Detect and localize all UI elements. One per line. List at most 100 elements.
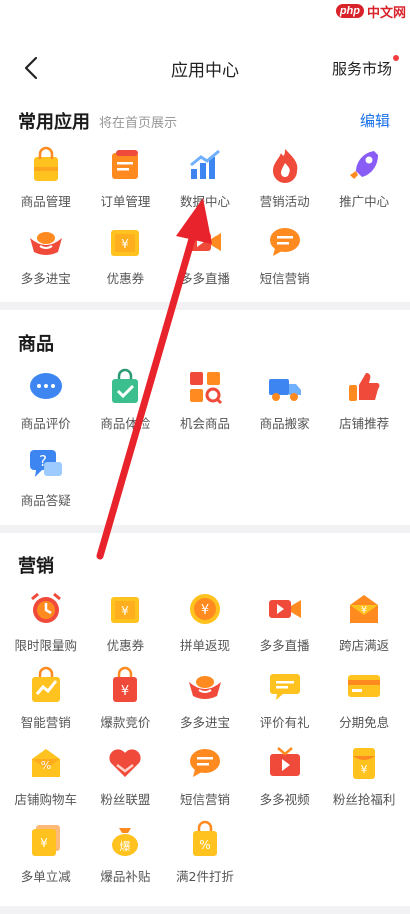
app-item[interactable]: 商品管理 (6, 142, 86, 219)
ingot-icon (185, 666, 225, 706)
tv-play-icon (265, 743, 305, 783)
svg-text:¥: ¥ (201, 603, 209, 618)
app-item-label: 拼单返现 (179, 638, 230, 653)
app-item-label: 商品体检 (100, 416, 151, 431)
app-item-label: 智能营销 (20, 715, 71, 730)
app-item[interactable]: 商品体检 (86, 364, 166, 441)
heart-hands-icon (105, 743, 145, 783)
app-item-label: 多多直播 (179, 271, 230, 286)
app-item-label: 短信营销 (179, 792, 230, 807)
marketing-section: 营销 限时限量购 ¥ 优惠券 ¥ 拼单返现 多多直播 ¥ 跨店满返 智能营销 ¥ 爆款竞价 多多进宝 评… (0, 540, 410, 894)
app-item-label: 推广中心 (339, 194, 390, 209)
section-subtitle: 将在首页展示 (99, 116, 178, 131)
app-item[interactable]: 分期免息 (324, 663, 404, 740)
app-item[interactable]: 短信营销 (245, 219, 325, 296)
order-scroll-icon (105, 145, 145, 185)
app-item-label: 粉丝联盟 (100, 792, 151, 807)
app-item[interactable]: ¥ 爆款竞价 (86, 663, 166, 740)
bar-chart-icon (185, 145, 225, 185)
svg-text:¥: ¥ (361, 605, 367, 616)
app-item[interactable]: 多多进宝 (6, 219, 86, 296)
service-market-button[interactable]: 服务市场 (331, 55, 399, 79)
svg-text:¥: ¥ (122, 237, 130, 251)
service-market-label: 服务市场 (331, 60, 392, 78)
rocket-icon (344, 145, 384, 185)
section-divider (0, 302, 410, 310)
app-item[interactable]: 商品搬家 (245, 364, 325, 441)
coupon-icon: ¥ (105, 222, 145, 262)
svg-text:爆: 爆 (120, 839, 131, 853)
app-item-label: 爆款竞价 (100, 715, 151, 730)
svg-text:¥: ¥ (361, 763, 368, 776)
money-bag-icon: 爆 (105, 820, 145, 860)
section-title: 常用应用 (18, 112, 90, 133)
app-item[interactable]: ¥ 拼单返现 (165, 586, 245, 663)
ingot-icon (26, 222, 66, 262)
discount-bag-icon: % (185, 820, 225, 860)
app-item[interactable]: ¥ 多单立减 (6, 817, 86, 894)
svg-text:¥: ¥ (121, 684, 129, 699)
app-item[interactable]: ¥ 粉丝抢福利 (324, 740, 404, 817)
shopping-bag-icon (26, 145, 66, 185)
svg-text:?: ? (39, 452, 47, 470)
notification-dot (393, 55, 399, 61)
watermark: php 中文网 (335, 0, 406, 22)
app-item-label: 优惠券 (106, 638, 145, 653)
app-item[interactable]: 多多直播 (165, 219, 245, 296)
app-item-label: 商品答疑 (20, 493, 71, 508)
app-item-label: 营销活动 (259, 194, 310, 209)
app-item[interactable]: 订单管理 (86, 142, 166, 219)
app-item[interactable]: 短信营销 (165, 740, 245, 817)
app-item[interactable]: ? 商品答疑 (6, 441, 86, 518)
app-item[interactable]: 爆爆品补贴 (86, 817, 166, 894)
app-item-label: 限时限量购 (14, 638, 78, 653)
app-item[interactable]: 粉丝联盟 (86, 740, 166, 817)
app-item-label: 多多视频 (259, 792, 310, 807)
video-camera-icon (185, 222, 225, 262)
comment-bubble-icon (26, 367, 66, 407)
app-item-label: 粉丝抢福利 (332, 792, 396, 807)
flame-icon (265, 145, 305, 185)
app-item[interactable]: 数据中心 (165, 142, 245, 219)
edit-button[interactable]: 编辑 (360, 110, 390, 131)
red-envelope-icon: ¥ (344, 743, 384, 783)
app-item[interactable]: 限时限量购 (6, 586, 86, 663)
app-item[interactable]: ¥ 跨店满返 (324, 586, 404, 663)
app-item[interactable]: 多多进宝 (165, 663, 245, 740)
app-item[interactable]: 多多直播 (245, 586, 325, 663)
app-item-label: 多单立减 (20, 869, 71, 884)
svg-text:¥: ¥ (122, 604, 130, 618)
section-divider (0, 525, 410, 533)
thumbs-up-icon (344, 367, 384, 407)
app-item[interactable]: 店铺推荐 (324, 364, 404, 441)
app-grid: 商品评价 商品体检 机会商品 商品搬家 店铺推荐? 商品答疑 (0, 364, 410, 518)
app-item[interactable]: ¥ 优惠券 (86, 586, 166, 663)
app-item[interactable]: 商品评价 (6, 364, 86, 441)
bid-bag-icon: ¥ (105, 666, 145, 706)
svg-text:¥: ¥ (40, 836, 48, 850)
app-item-label: 商品评价 (20, 416, 71, 431)
app-item-label: 跨店满返 (339, 638, 390, 653)
review-gift-icon (265, 666, 305, 706)
section-title: 商品 (18, 334, 54, 355)
discount-envelope-icon: % (26, 743, 66, 783)
watermark-text: 中文网 (366, 5, 406, 21)
app-item-label: 分期免息 (339, 715, 390, 730)
credit-card-icon (344, 666, 384, 706)
app-item-label: 评价有礼 (259, 715, 310, 730)
app-item[interactable]: % 满2件打折 (165, 817, 245, 894)
app-item[interactable]: 评价有礼 (245, 663, 325, 740)
app-item[interactable]: 机会商品 (165, 364, 245, 441)
app-item[interactable]: % 店铺购物车 (6, 740, 86, 817)
app-item[interactable]: 推广中心 (324, 142, 404, 219)
app-grid: 商品管理 订单管理 数据中心 营销活动 推广中心多多进宝 ¥ 优惠券 多多直播 短信营销 (0, 142, 410, 296)
app-item-label: 多多直播 (259, 638, 310, 653)
top-bar: 应用中心 服务市场 (0, 46, 410, 90)
app-item[interactable]: 多多视频 (245, 740, 325, 817)
app-item[interactable]: 智能营销 (6, 663, 86, 740)
app-item-label: 机会商品 (179, 416, 230, 431)
app-item[interactable]: ¥ 优惠券 (86, 219, 166, 296)
cashback-coin-icon: ¥ (185, 589, 225, 629)
app-item-label: 短信营销 (259, 271, 310, 286)
app-item[interactable]: 营销活动 (245, 142, 325, 219)
